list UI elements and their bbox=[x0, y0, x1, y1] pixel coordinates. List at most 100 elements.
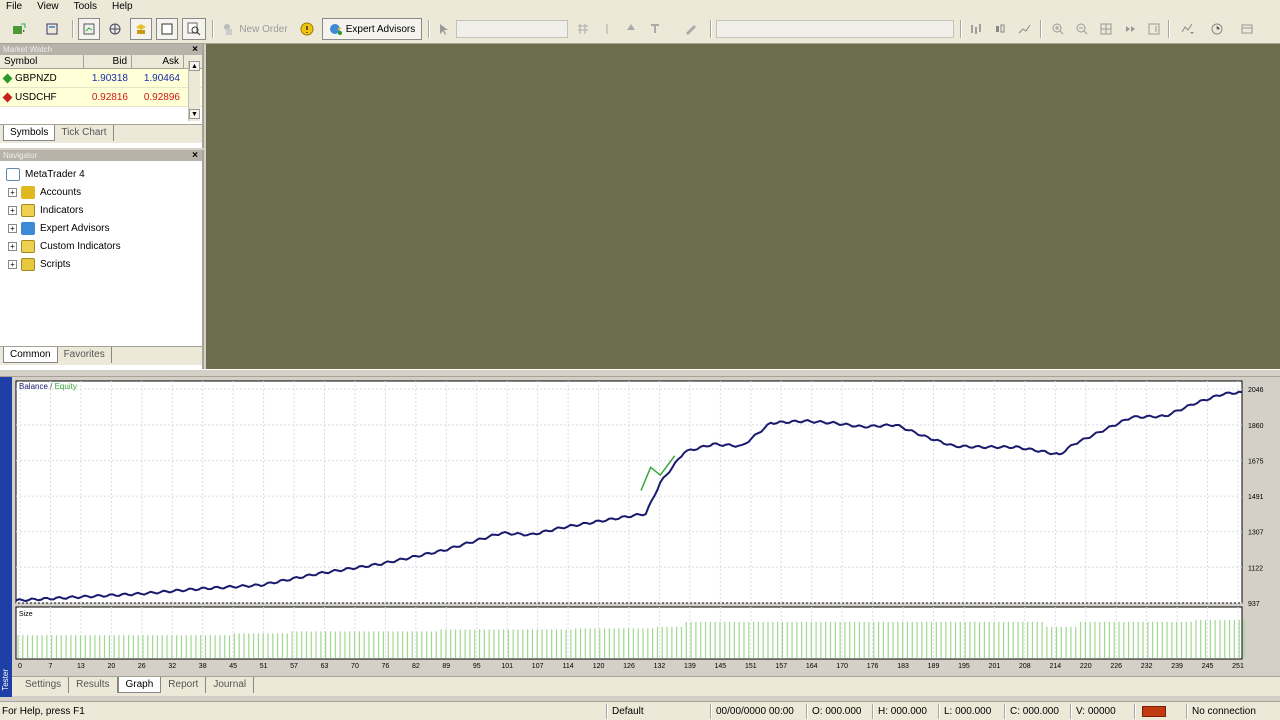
expert-advisors-button[interactable]: Expert Advisors bbox=[322, 18, 422, 40]
tab-symbols[interactable]: Symbols bbox=[3, 125, 56, 141]
data-window-button[interactable] bbox=[156, 18, 178, 40]
market-watch-icon bbox=[83, 23, 95, 35]
tab-report[interactable]: Report bbox=[161, 677, 207, 693]
expand-icon[interactable]: + bbox=[8, 187, 17, 197]
scroll-up-icon[interactable]: ▲ bbox=[189, 61, 200, 71]
tree-item-accounts[interactable]: + Accounts bbox=[0, 183, 202, 201]
chart-workspace[interactable] bbox=[206, 44, 1280, 369]
market-watch-row[interactable]: USDCHF 0.92816 0.92896 bbox=[0, 88, 202, 107]
tab-graph[interactable]: Graph bbox=[117, 677, 162, 693]
line-chart-button[interactable] bbox=[1014, 18, 1034, 40]
column-header-ask[interactable]: Ask bbox=[132, 55, 184, 68]
data-window-icon bbox=[161, 23, 173, 35]
navigator-panel: Navigator × MetaTrader 4 + Accounts + In… bbox=[0, 150, 204, 369]
x-tick-label: 201 bbox=[989, 663, 1001, 670]
candlestick-icon bbox=[996, 24, 1005, 33]
menu-view[interactable]: View bbox=[31, 1, 68, 13]
close-icon[interactable]: × bbox=[192, 44, 198, 55]
tree-item-label: Custom Indicators bbox=[40, 240, 121, 252]
x-tick-label: 114 bbox=[563, 663, 574, 670]
scripts-folder-icon bbox=[21, 257, 35, 271]
tree-root[interactable]: MetaTrader 4 bbox=[0, 165, 202, 183]
tab-favorites[interactable]: Favorites bbox=[58, 347, 112, 363]
status-datetime: 00/00/0000 00:00 bbox=[716, 706, 794, 717]
close-icon[interactable]: × bbox=[192, 150, 198, 161]
chart-shift-button[interactable] bbox=[574, 18, 592, 40]
new-chart-button[interactable] bbox=[4, 18, 34, 40]
status-connection: No connection bbox=[1192, 706, 1256, 717]
zoom-out-button[interactable] bbox=[1072, 18, 1092, 40]
scroll-down-icon[interactable]: ▼ bbox=[189, 109, 200, 119]
chart-shift-end-button[interactable] bbox=[1144, 18, 1164, 40]
market-watch-button[interactable] bbox=[78, 18, 100, 40]
status-volume: V: 00000 bbox=[1076, 706, 1116, 717]
new-order-icon bbox=[224, 24, 233, 35]
status-high: H: 000.000 bbox=[878, 706, 927, 717]
y-tick-label: 937 bbox=[1248, 601, 1260, 608]
indicators-icon bbox=[1181, 23, 1194, 34]
status-bar: For Help, press F1 Default 00/00/0000 00… bbox=[0, 701, 1280, 720]
ask-value: 0.92896 bbox=[143, 92, 180, 103]
market-watch-scrollbar[interactable]: ▲ ▼ bbox=[188, 61, 200, 121]
draw-tools-button[interactable] bbox=[676, 18, 706, 40]
crosshair-button[interactable] bbox=[434, 18, 452, 40]
tab-settings[interactable]: Settings bbox=[18, 677, 70, 693]
grid-icon bbox=[578, 24, 588, 34]
tree-item-custom-indicators[interactable]: + Custom Indicators bbox=[0, 237, 202, 255]
new-order-button[interactable]: New Order bbox=[218, 18, 292, 40]
bar-chart-button[interactable] bbox=[966, 18, 986, 40]
market-watch-row[interactable]: GBPNZD 1.90318 1.90464 bbox=[0, 69, 202, 88]
tab-journal[interactable]: Journal bbox=[206, 677, 255, 693]
accounts-icon bbox=[21, 185, 35, 199]
tab-tick-chart[interactable]: Tick Chart bbox=[55, 125, 114, 141]
navigator-button[interactable] bbox=[104, 18, 126, 40]
expand-icon[interactable]: + bbox=[8, 241, 17, 251]
menu-file[interactable]: File bbox=[0, 1, 31, 13]
x-tick-label: 170 bbox=[836, 663, 848, 670]
autoscroll-button[interactable] bbox=[1120, 18, 1140, 40]
tab-results[interactable]: Results bbox=[69, 677, 118, 693]
y-tick-label: 1675 bbox=[1248, 459, 1264, 466]
profiles-button[interactable] bbox=[38, 18, 68, 40]
indicators-folder-icon bbox=[21, 203, 35, 217]
period-separator-button[interactable] bbox=[598, 18, 616, 40]
x-tick-label: 120 bbox=[593, 663, 605, 670]
toolbar: New Order Expert Advisors bbox=[0, 14, 1280, 44]
tree-item-indicators[interactable]: + Indicators bbox=[0, 201, 202, 219]
x-tick-label: 76 bbox=[382, 663, 390, 670]
terminal-button[interactable] bbox=[130, 18, 152, 40]
x-tick-label: 89 bbox=[442, 663, 450, 670]
zoom-in-button[interactable] bbox=[1048, 18, 1068, 40]
expand-icon[interactable]: + bbox=[8, 223, 17, 233]
tile-windows-button[interactable] bbox=[1096, 18, 1116, 40]
arrow-up-button[interactable] bbox=[622, 18, 640, 40]
menu-tools[interactable]: Tools bbox=[68, 1, 106, 13]
tab-common[interactable]: Common bbox=[3, 347, 58, 363]
indicators-dropdown-button[interactable] bbox=[1174, 18, 1200, 40]
periods-dropdown-button[interactable] bbox=[1204, 18, 1230, 40]
tree-item-expert-advisors[interactable]: + Expert Advisors bbox=[0, 219, 202, 237]
market-watch-tabs: Symbols Tick Chart bbox=[0, 124, 202, 143]
expand-icon[interactable]: + bbox=[8, 205, 17, 215]
legend-balance: Balance bbox=[19, 382, 48, 391]
metaeditor-button[interactable] bbox=[296, 18, 318, 40]
metaeditor-icon bbox=[300, 22, 314, 36]
column-header-symbol[interactable]: Symbol bbox=[0, 55, 84, 68]
x-tick-label: 157 bbox=[775, 663, 787, 670]
line-chart-icon bbox=[1018, 24, 1031, 34]
x-tick-label: 7 bbox=[48, 663, 52, 670]
symbol-combo[interactable] bbox=[716, 20, 954, 38]
column-header-bid[interactable]: Bid bbox=[84, 55, 132, 68]
expand-icon[interactable]: + bbox=[8, 259, 17, 269]
menu-help[interactable]: Help bbox=[106, 1, 142, 13]
text-button[interactable] bbox=[646, 18, 664, 40]
panel-splitter[interactable] bbox=[0, 369, 1280, 377]
status-low: L: 000.000 bbox=[944, 706, 992, 717]
templates-dropdown-button[interactable] bbox=[1234, 18, 1260, 40]
tree-item-label: Accounts bbox=[40, 186, 82, 198]
candlestick-button[interactable] bbox=[990, 18, 1010, 40]
tester-label: Tester bbox=[1, 669, 10, 691]
tree-item-scripts[interactable]: + Scripts bbox=[0, 255, 202, 273]
timeframe-combo[interactable] bbox=[456, 20, 568, 38]
strategy-tester-button[interactable] bbox=[182, 18, 206, 40]
